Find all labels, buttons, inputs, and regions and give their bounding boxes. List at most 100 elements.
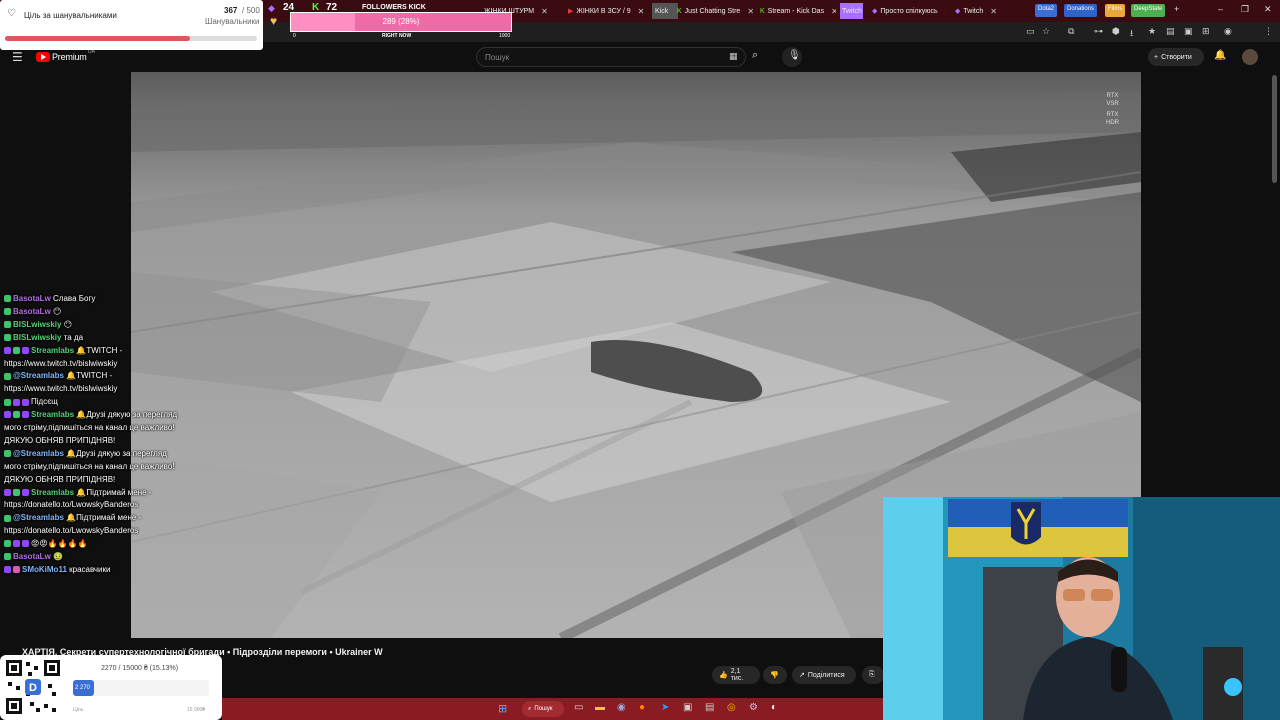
chat-badge-icon	[22, 488, 29, 496]
extension-icon[interactable]: ▣	[1184, 26, 1193, 37]
extension-icon[interactable]: ⊞	[1202, 26, 1210, 37]
task-view-icon[interactable]: ▭	[574, 702, 583, 713]
chat-badge-icon	[4, 540, 11, 548]
close-tab-icon[interactable]: ✕	[945, 7, 946, 16]
telegram-icon[interactable]: ➤	[661, 702, 669, 713]
chrome-icon[interactable]: ◎	[727, 702, 736, 713]
extension-icon[interactable]: ⧉	[1068, 26, 1074, 37]
chat-badge-icon	[22, 411, 29, 419]
chat-message: BasotaLw 😶	[4, 307, 61, 317]
chat-message: BasotaLw Слава Богу	[4, 294, 95, 304]
browser-tab[interactable]: ▶ ЖІНКИ В ЗСУ / 9 ✕	[568, 3, 648, 19]
app-icon[interactable]: ▣	[683, 702, 692, 713]
new-tab-button[interactable]: +	[1174, 4, 1179, 14]
windows-start-icon[interactable]: ⊞	[498, 702, 507, 715]
profile-icon[interactable]: ◉	[1224, 26, 1232, 37]
chat-message: Streamlabs 🔔Друзі дякую за перегляд	[4, 410, 177, 420]
twitch-icon: ◆	[268, 3, 275, 13]
chat-badge-icon	[22, 398, 29, 406]
chat-badge-icon	[4, 566, 11, 574]
youtube-logo-text[interactable]: Premium	[52, 52, 87, 62]
goal-total: / 500	[242, 6, 260, 15]
search-icon[interactable]: ⌕	[752, 49, 758, 62]
close-tab-icon[interactable]: ✕	[831, 7, 836, 16]
youtube-logo-icon[interactable]	[36, 52, 50, 62]
bookmark-donations[interactable]: Donations	[1064, 4, 1098, 17]
chat-text: 🔔TWITCH -	[66, 371, 113, 381]
chat-badge-icon	[4, 450, 11, 458]
bookmark-star-icon[interactable]: ☆	[1042, 26, 1050, 37]
chat-badge-icon	[4, 398, 11, 406]
taskbar-search[interactable]: ⌕ Пошук	[522, 701, 564, 717]
share-button[interactable]: ↗ Поділитися	[792, 666, 856, 684]
save-button[interactable]: ⎘	[862, 666, 884, 684]
obs-icon[interactable]: ◐	[771, 702, 777, 713]
browser-tab[interactable]: ◆Просто спілкуюсь✕	[872, 3, 946, 19]
chat-text: 🔔Підтримай мене -	[76, 487, 152, 497]
create-button[interactable]: + Створити	[1148, 48, 1204, 66]
chat-text: 😶	[63, 319, 73, 329]
close-tab-icon[interactable]: ✕	[541, 7, 548, 16]
chat-badge-icon	[4, 488, 11, 496]
app-icon[interactable]: ▤	[705, 702, 714, 713]
voice-search-button[interactable]: 🎙	[782, 47, 802, 67]
chat-username: BISLwiwskiy	[13, 319, 62, 329]
maximize-button[interactable]: ❐	[1241, 4, 1249, 15]
chat-message: https://www.twitch.tv/bislwiwskiy	[4, 384, 117, 394]
like-button[interactable]: 👍 2,1 тис.	[712, 666, 760, 684]
minimize-button[interactable]: –	[1218, 4, 1223, 14]
chat-username: @Streamlabs	[13, 513, 64, 523]
chat-message: мого стріму,підпишіться на канал це важл…	[4, 423, 175, 433]
dislike-button[interactable]: 👎	[763, 666, 787, 684]
hamburger-menu-icon[interactable]: ☰	[12, 50, 23, 64]
chat-badge-icon	[13, 540, 20, 548]
app-icon[interactable]: ◉	[617, 702, 626, 713]
avatar[interactable]	[1242, 49, 1258, 65]
chat-text: красавчики	[69, 564, 111, 574]
chat-badge-icon	[4, 321, 11, 329]
browser-tab[interactable]: Kick	[652, 3, 678, 19]
browser-tab[interactable]: ◆ Twitch ✕	[955, 3, 1031, 19]
save-icon: ⎘	[869, 671, 875, 678]
chat-message: https://donatello.to/LwowskyBanderos	[4, 526, 138, 536]
chat-username: BasotaLw	[13, 552, 51, 561]
steam-icon[interactable]: ⚙	[749, 702, 758, 713]
chat-username: Streamlabs	[31, 410, 75, 420]
file-explorer-icon[interactable]: ▬	[595, 702, 605, 713]
close-tab-icon[interactable]: ✕	[747, 7, 754, 16]
menu-dots-icon[interactable]: ⋮	[1264, 26, 1273, 37]
browser-tab[interactable]: K Just Chatting Stre ✕	[677, 3, 755, 19]
chat-message: ДЯКУЮ ОБНЯВ ПРИПІДНЯВ!	[4, 436, 115, 446]
chat-badge-icon	[13, 398, 20, 406]
chat-badge-icon	[22, 540, 29, 548]
bookmark-films[interactable]: Films	[1105, 4, 1126, 17]
chat-message: Підсєщ	[4, 397, 58, 407]
chat-badge-icon	[4, 334, 11, 342]
browser-tab[interactable]: K Stream - Kick Das ✕	[760, 3, 836, 19]
keyboard-icon[interactable]: ▦	[729, 51, 738, 62]
cast-icon[interactable]: ▭	[1026, 26, 1035, 37]
bookmark-dota2[interactable]: Dota2	[1035, 4, 1058, 17]
firefox-icon[interactable]: ●	[639, 702, 645, 713]
chat-badge-icon	[13, 566, 20, 574]
chat-username: BasotaLw	[13, 294, 51, 303]
close-tab-icon[interactable]: ✕	[990, 7, 997, 16]
close-window-button[interactable]: ✕	[1264, 4, 1272, 15]
extension-icon[interactable]: ★	[1148, 26, 1156, 37]
page-scrollbar[interactable]	[1272, 75, 1277, 183]
chat-text: 🔔Друзі дякую за перегляд	[66, 448, 167, 458]
bookmark-deepstate[interactable]: DeepState	[1131, 4, 1166, 17]
extension-icon[interactable]: ⬢	[1112, 26, 1120, 37]
search-input[interactable]: Пошук	[476, 47, 746, 67]
chat-text: https://www.twitch.tv/bislwiwskiy	[4, 358, 118, 368]
close-tab-icon[interactable]: ✕	[638, 7, 645, 16]
chat-message: https://www.twitch.tv/bislwiwskiy	[4, 359, 117, 369]
browser-tab[interactable]: Twitch	[840, 3, 863, 19]
chat-badge-icon	[22, 346, 29, 354]
notifications-bell-icon[interactable]: 🔔	[1214, 50, 1226, 61]
extension-icon[interactable]: ⊶	[1094, 26, 1103, 37]
chat-message: BasotaLw 🤢	[4, 552, 63, 562]
download-icon[interactable]: ⭳	[1130, 26, 1133, 42]
trash-icon[interactable]: ▤	[1166, 26, 1175, 37]
chat-message: @Streamlabs 🔔Підтримай мене -	[4, 513, 141, 523]
